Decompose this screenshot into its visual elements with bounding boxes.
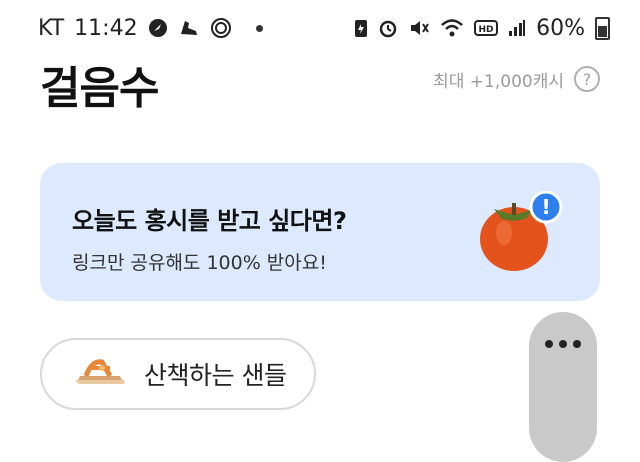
status-left: KT 11:42	[38, 16, 263, 41]
battery-percent: 60%	[536, 15, 585, 41]
carrier-label: KT	[38, 15, 65, 41]
alert-badge: !	[529, 190, 563, 224]
mute-icon	[408, 18, 430, 38]
page-title: 걸음수	[40, 63, 159, 114]
persimmon-icon: !	[476, 190, 564, 277]
status-bar: KT 11:42 HD 60%	[0, 0, 640, 56]
walk-chip-label: 산책하는 샌들	[144, 361, 287, 390]
battery-icon	[595, 16, 610, 40]
walk-sandal-chip[interactable]: 산책하는 샌들	[40, 338, 316, 410]
settings-ring-icon	[210, 17, 232, 39]
help-icon[interactable]: ?	[574, 66, 600, 92]
clock-time: 11:42	[74, 15, 138, 41]
max-reward[interactable]: 최대 +1,000캐시 ?	[433, 66, 600, 92]
more-dots-icon	[545, 340, 581, 462]
notification-dot	[255, 24, 263, 32]
hd-icon: HD	[474, 18, 499, 38]
promo-card[interactable]: 오늘도 홍시를 받고 싶다면? 링크만 공유해도 100% 받아요! !	[40, 163, 600, 301]
alert-badge-label: !	[541, 195, 550, 219]
shoe-icon	[178, 17, 200, 39]
signal-icon	[508, 18, 526, 38]
battery-saver-icon	[354, 18, 368, 38]
hd-label: HD	[479, 25, 494, 35]
status-right: HD 60%	[354, 16, 610, 41]
wifi-icon	[440, 18, 464, 38]
sandal-icon	[72, 354, 128, 394]
compass-icon	[148, 18, 168, 38]
max-reward-label: 최대 +1,000캐시	[433, 71, 564, 92]
alarm-icon	[378, 18, 398, 38]
